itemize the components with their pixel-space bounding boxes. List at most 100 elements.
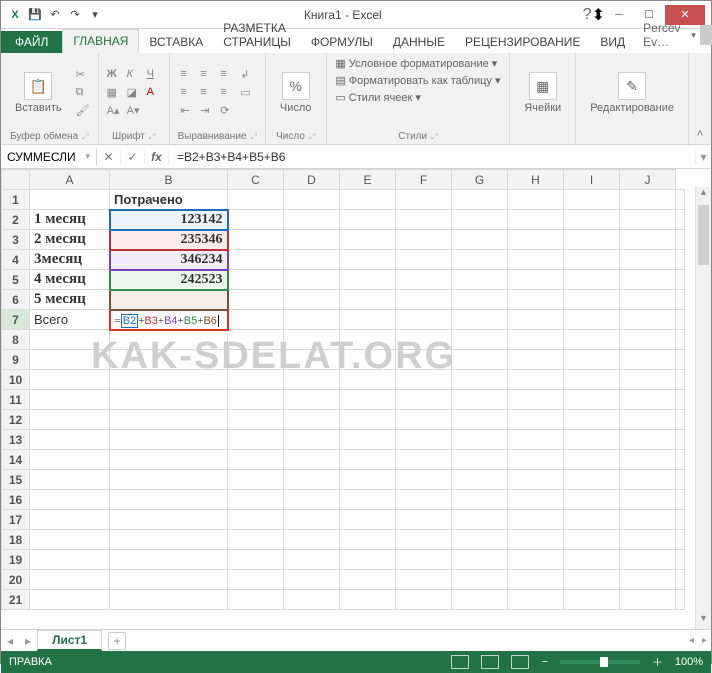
cell[interactable] bbox=[620, 390, 676, 410]
cell[interactable] bbox=[508, 250, 564, 270]
cell[interactable] bbox=[676, 190, 685, 210]
cell[interactable] bbox=[396, 450, 452, 470]
cell[interactable] bbox=[564, 350, 620, 370]
cell[interactable]: 235346 bbox=[110, 230, 228, 250]
number-format-button[interactable]: % Число bbox=[274, 68, 318, 118]
cell[interactable] bbox=[284, 350, 340, 370]
cell[interactable] bbox=[228, 430, 284, 450]
cell[interactable] bbox=[110, 470, 228, 490]
cell[interactable] bbox=[676, 530, 685, 550]
cell[interactable] bbox=[620, 210, 676, 230]
cell[interactable] bbox=[284, 430, 340, 450]
cell[interactable] bbox=[452, 490, 508, 510]
scroll-thumb[interactable] bbox=[698, 205, 709, 265]
cell[interactable] bbox=[30, 550, 110, 570]
scroll-up-icon[interactable]: ▲ bbox=[696, 187, 711, 203]
row-header[interactable]: 21 bbox=[2, 590, 30, 610]
cell[interactable] bbox=[284, 470, 340, 490]
cell[interactable] bbox=[508, 510, 564, 530]
tab-file[interactable]: ФАЙЛ bbox=[1, 31, 62, 53]
cell[interactable] bbox=[284, 530, 340, 550]
cell[interactable]: 1 месяц bbox=[30, 210, 110, 230]
tab-data[interactable]: ДАННЫЕ bbox=[383, 31, 455, 53]
cell[interactable] bbox=[340, 350, 396, 370]
font-color-icon[interactable]: A bbox=[147, 86, 161, 100]
cell[interactable] bbox=[228, 410, 284, 430]
cell[interactable]: 346234 bbox=[110, 250, 228, 270]
cell[interactable] bbox=[228, 550, 284, 570]
view-page-break-icon[interactable] bbox=[511, 655, 529, 669]
cell[interactable] bbox=[676, 370, 685, 390]
cell[interactable] bbox=[508, 230, 564, 250]
cell[interactable] bbox=[396, 530, 452, 550]
cell[interactable] bbox=[508, 330, 564, 350]
cell[interactable] bbox=[110, 350, 228, 370]
tab-page-layout[interactable]: РАЗМЕТКА СТРАНИЦЫ bbox=[213, 17, 301, 53]
spreadsheet-grid[interactable]: A B C D E F G H I J 1Потрачено21 месяц12… bbox=[1, 169, 685, 610]
cell[interactable] bbox=[396, 510, 452, 530]
cell[interactable] bbox=[564, 270, 620, 290]
cell[interactable] bbox=[564, 470, 620, 490]
sheet-nav-next-icon[interactable]: ▸ bbox=[19, 634, 37, 648]
cell[interactable] bbox=[620, 470, 676, 490]
cell[interactable] bbox=[284, 450, 340, 470]
copy-icon[interactable]: ⧉ bbox=[76, 86, 90, 100]
cell[interactable] bbox=[396, 490, 452, 510]
cell[interactable] bbox=[284, 190, 340, 210]
align-top-icon[interactable]: ≡ bbox=[180, 68, 194, 82]
row-header[interactable]: 3 bbox=[2, 230, 30, 250]
cell[interactable] bbox=[396, 290, 452, 310]
cell[interactable]: 3месяц bbox=[30, 250, 110, 270]
cell[interactable] bbox=[452, 470, 508, 490]
row-header[interactable]: 9 bbox=[2, 350, 30, 370]
cell[interactable] bbox=[396, 430, 452, 450]
cell[interactable] bbox=[564, 570, 620, 590]
cell[interactable] bbox=[30, 530, 110, 550]
cell[interactable] bbox=[284, 370, 340, 390]
cell[interactable] bbox=[284, 210, 340, 230]
sheet-tab[interactable]: Лист1 bbox=[37, 630, 102, 651]
merge-cells-icon[interactable]: ▭ bbox=[240, 86, 254, 100]
cell[interactable] bbox=[620, 530, 676, 550]
cell[interactable] bbox=[620, 350, 676, 370]
cell[interactable] bbox=[340, 550, 396, 570]
cell[interactable] bbox=[676, 330, 685, 350]
cell[interactable] bbox=[620, 370, 676, 390]
cell[interactable] bbox=[564, 190, 620, 210]
row-header[interactable]: 19 bbox=[2, 550, 30, 570]
cells-button[interactable]: ▦ Ячейки bbox=[518, 68, 567, 118]
cell[interactable] bbox=[284, 390, 340, 410]
cell[interactable]: Потрачено bbox=[110, 190, 228, 210]
fx-icon[interactable]: fx bbox=[145, 150, 169, 164]
cell[interactable] bbox=[452, 550, 508, 570]
cell[interactable] bbox=[676, 550, 685, 570]
cell[interactable] bbox=[452, 510, 508, 530]
cell[interactable] bbox=[620, 290, 676, 310]
zoom-out-icon[interactable]: − bbox=[541, 656, 547, 668]
undo-icon[interactable]: ↶ bbox=[47, 7, 63, 23]
col-header[interactable]: F bbox=[396, 170, 452, 190]
cell[interactable] bbox=[284, 510, 340, 530]
font-size-up-icon[interactable]: A▴ bbox=[107, 104, 121, 118]
cell[interactable] bbox=[676, 350, 685, 370]
qat-customize-icon[interactable]: ▾ bbox=[87, 7, 103, 23]
cell[interactable] bbox=[508, 190, 564, 210]
cell[interactable] bbox=[30, 190, 110, 210]
cell[interactable] bbox=[564, 210, 620, 230]
row-header[interactable]: 16 bbox=[2, 490, 30, 510]
cell[interactable] bbox=[340, 470, 396, 490]
cell[interactable] bbox=[452, 370, 508, 390]
tab-review[interactable]: РЕЦЕНЗИРОВАНИЕ bbox=[455, 31, 590, 53]
cell[interactable] bbox=[452, 270, 508, 290]
cell[interactable] bbox=[228, 530, 284, 550]
tab-home[interactable]: ГЛАВНАЯ bbox=[62, 29, 139, 53]
scroll-down-icon[interactable]: ▼ bbox=[696, 613, 711, 629]
cell[interactable] bbox=[340, 490, 396, 510]
cell[interactable] bbox=[110, 490, 228, 510]
cell[interactable] bbox=[396, 550, 452, 570]
cell[interactable] bbox=[228, 570, 284, 590]
cell[interactable] bbox=[676, 310, 685, 330]
cell[interactable] bbox=[508, 490, 564, 510]
active-cell[interactable]: =B2+B3+B4+B5+B6 bbox=[110, 310, 228, 330]
cell[interactable] bbox=[508, 370, 564, 390]
